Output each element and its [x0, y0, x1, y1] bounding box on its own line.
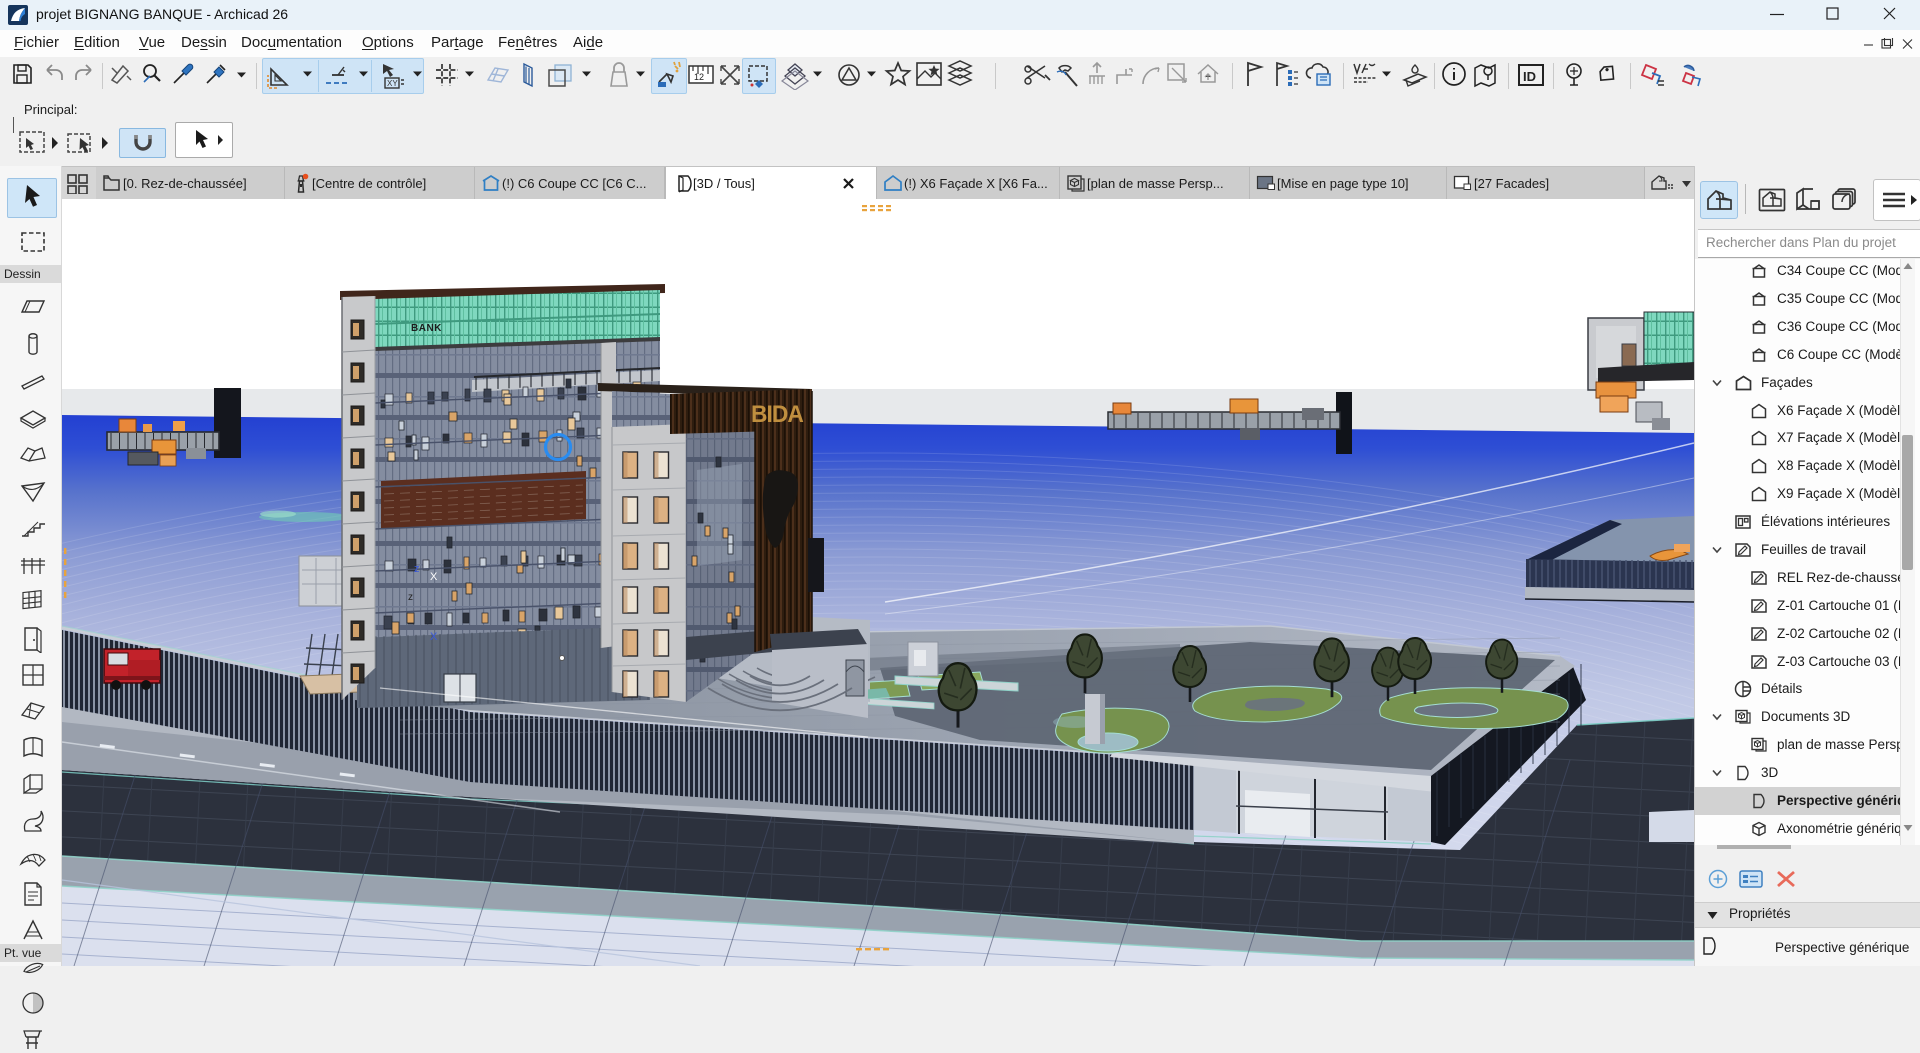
svg-text:z: z	[414, 563, 420, 575]
svg-text:BANK: BANK	[411, 323, 442, 334]
svg-text:12: 12	[694, 72, 704, 82]
svg-text:BIDA: BIDA	[751, 400, 804, 427]
svg-text:X: X	[430, 631, 438, 643]
svg-text:z: z	[408, 592, 413, 603]
svg-text:XY: XY	[387, 79, 398, 88]
svg-text:ID: ID	[1523, 69, 1536, 84]
svg-text:X: X	[430, 571, 438, 583]
